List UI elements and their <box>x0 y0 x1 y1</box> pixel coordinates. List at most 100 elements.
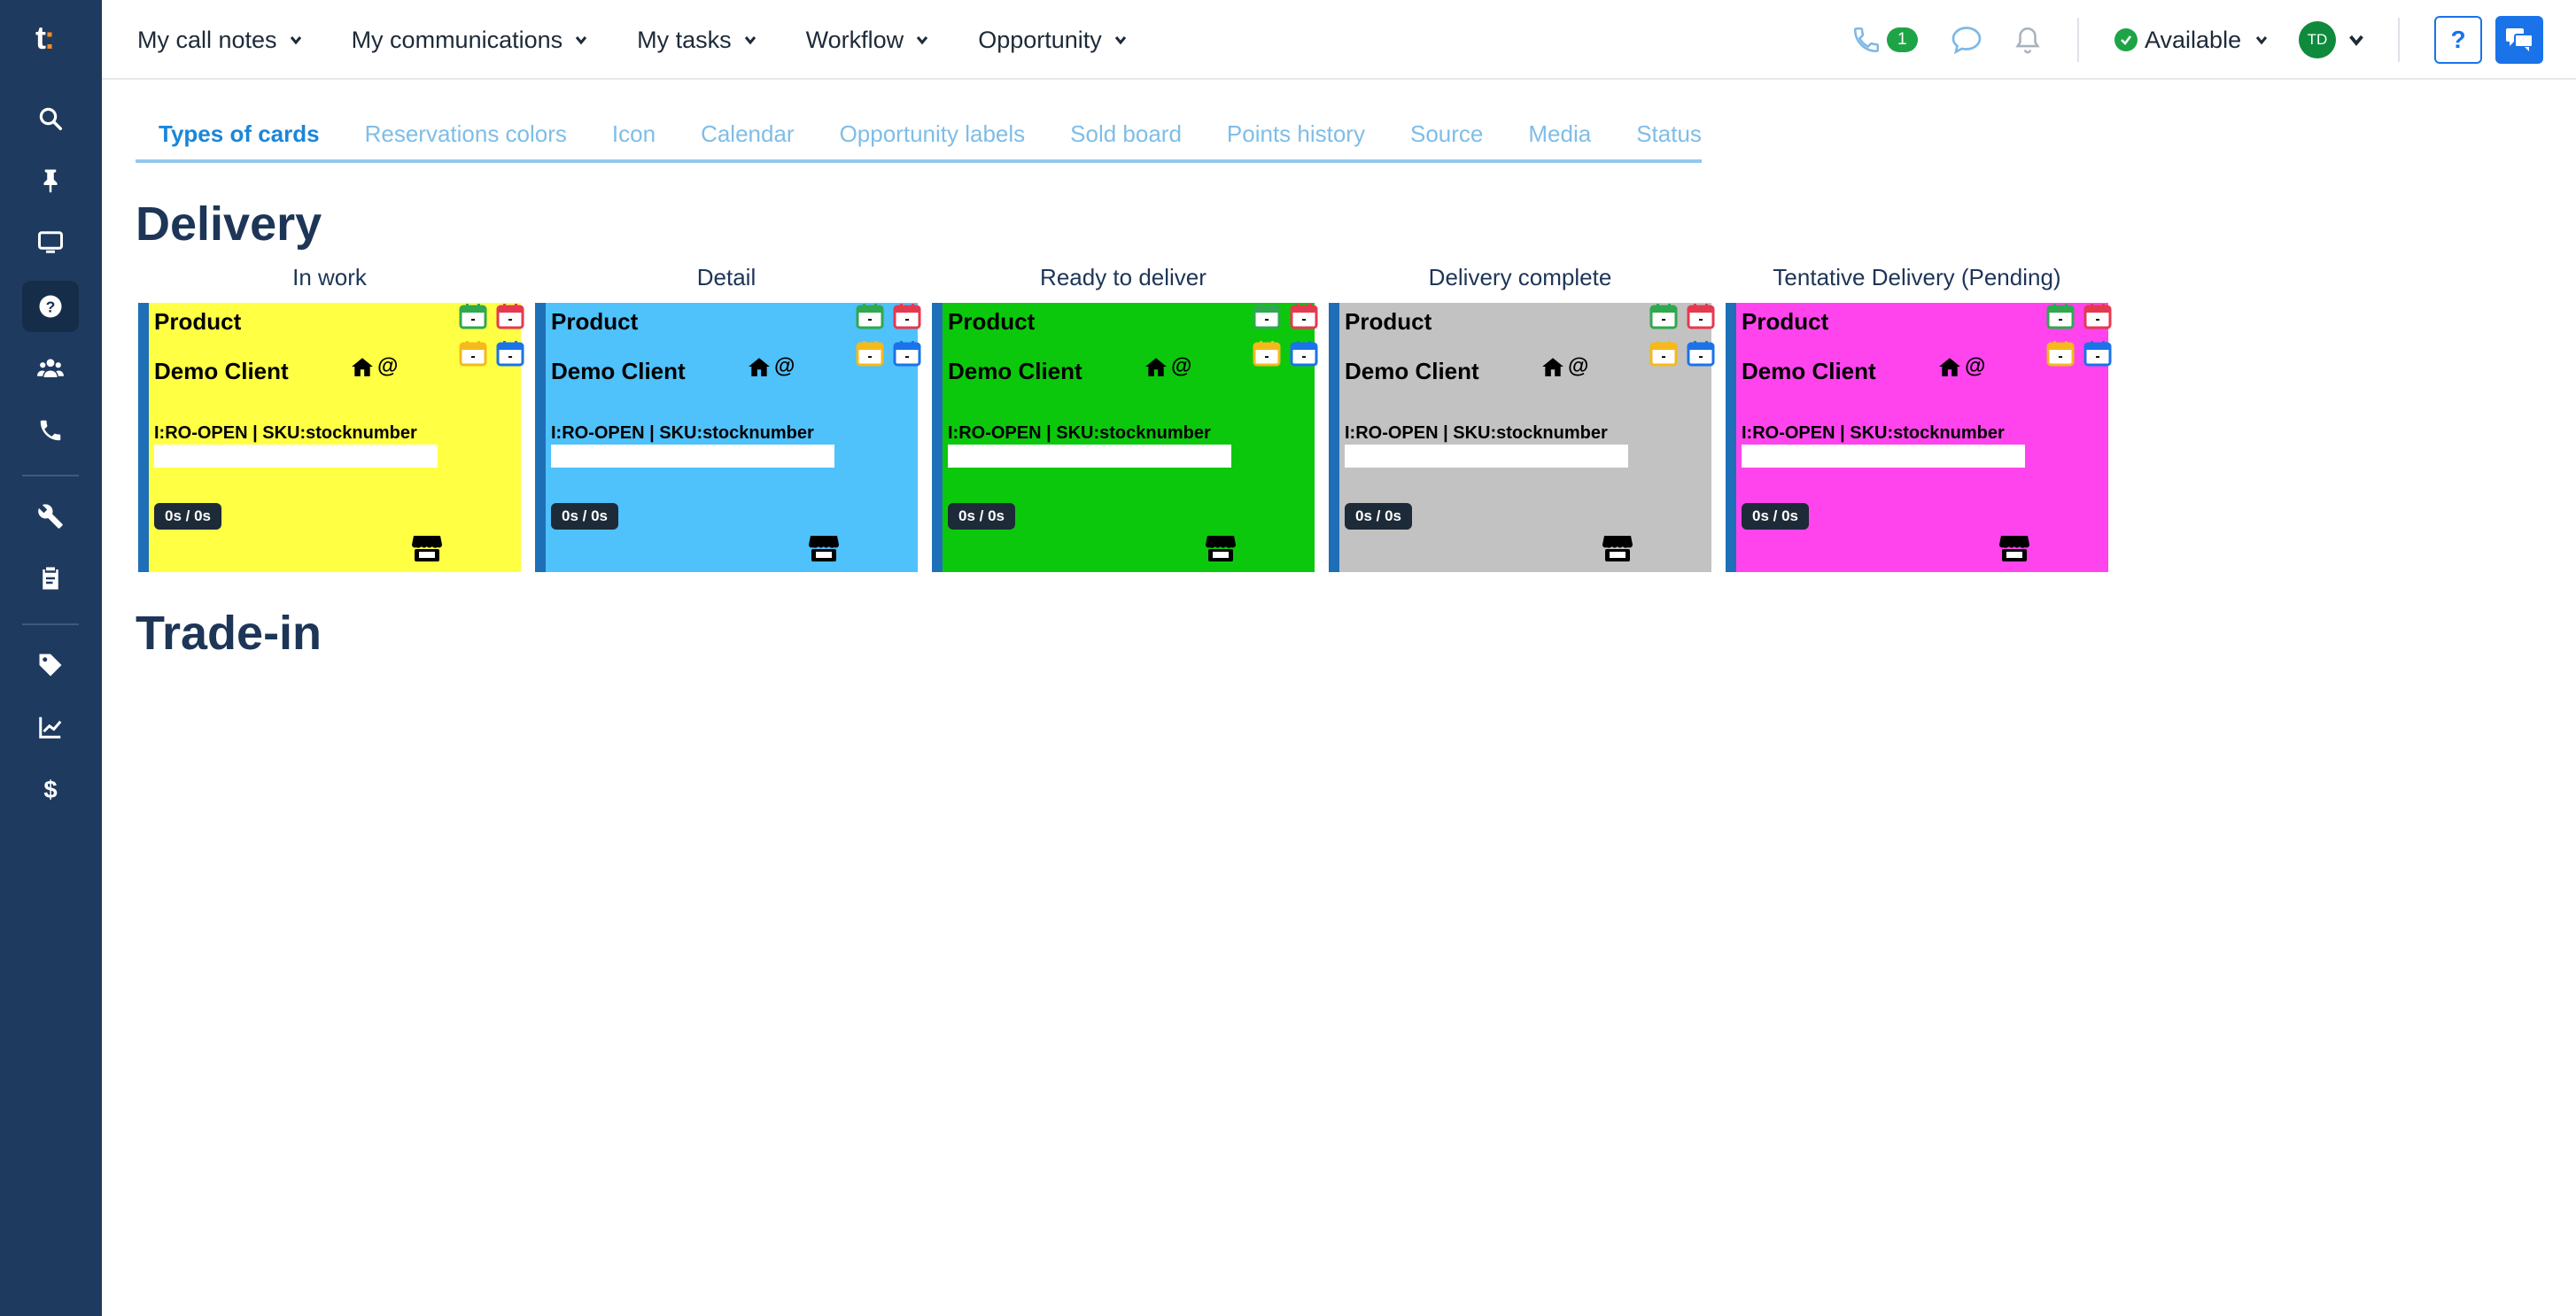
search-icon[interactable] <box>22 93 79 144</box>
card-timer: 0s / 0s <box>948 503 1015 530</box>
card-info: I:RO-OPEN | SKU:stocknumber <box>154 423 417 443</box>
card-preview[interactable]: Product Demo Client @ I:RO-OPEN | SKU:stock… <box>1329 303 1715 572</box>
phone-icon[interactable] <box>22 405 79 456</box>
calendar-blue-icon: - <box>1687 340 1715 367</box>
calendar-yellow-icon: - <box>459 340 487 367</box>
card-client: Demo Client <box>551 358 686 384</box>
calendar-green-icon: - <box>1253 303 1281 329</box>
calendar-green-icon: - <box>2046 303 2075 329</box>
phone-calls-button[interactable]: 1 <box>1851 0 1918 80</box>
store-icon <box>1998 533 2030 568</box>
calendar-red-icon: - <box>2083 303 2112 329</box>
svg-text:$: $ <box>43 776 57 802</box>
tab-media[interactable]: Media <box>1505 113 1613 159</box>
nav-my-tasks[interactable]: My tasks <box>637 27 757 54</box>
messages-button[interactable] <box>2495 16 2543 64</box>
card-timer: 0s / 0s <box>1345 503 1412 530</box>
tab-source[interactable]: Source <box>1387 113 1505 159</box>
calendar-label: - <box>470 312 476 327</box>
call-count-badge: 1 <box>1887 27 1918 52</box>
bell-icon[interactable] <box>2013 0 2043 80</box>
monitor-icon[interactable] <box>22 217 79 268</box>
user-menu[interactable]: TD <box>2299 0 2364 80</box>
tab-icon[interactable]: Icon <box>589 113 678 159</box>
tag-icon[interactable] <box>22 639 79 691</box>
settings-tabs: Types of cards Reservations colors Icon … <box>136 113 1702 163</box>
card-client: Demo Client <box>948 358 1082 384</box>
pin-icon[interactable] <box>22 155 79 206</box>
store-icon <box>411 533 443 568</box>
calendar-blue-icon: - <box>893 340 921 367</box>
tab-calendar[interactable]: Calendar <box>678 113 817 159</box>
calendar-label: - <box>1661 349 1666 364</box>
chart-icon[interactable] <box>22 701 79 753</box>
tab-sold-board[interactable]: Sold board <box>1047 113 1204 159</box>
chevron-down-icon <box>290 36 301 45</box>
email-icon: @ <box>1965 354 1986 378</box>
home-icon <box>1145 358 1167 376</box>
svg-text:?: ? <box>46 298 56 315</box>
home-icon <box>352 358 373 376</box>
wrench-icon[interactable] <box>22 491 79 542</box>
messages-icon <box>2506 28 2533 51</box>
card-preview[interactable]: Product Demo Client @ I:RO-OPEN | SKU:stock… <box>535 303 921 572</box>
column-title: In work <box>292 264 367 290</box>
tab-types-of-cards[interactable]: Types of cards <box>136 113 342 159</box>
card-contact: @ <box>748 354 795 379</box>
store-icon <box>1205 533 1237 568</box>
calendar-red-icon: - <box>1290 303 1318 329</box>
card-info: I:RO-OPEN | SKU:stocknumber <box>551 423 814 443</box>
card-client: Demo Client <box>1742 358 1876 384</box>
availability-dropdown[interactable]: Available <box>2114 0 2268 80</box>
dollar-icon[interactable]: $ <box>22 763 79 815</box>
calendar-label: - <box>1301 349 1307 364</box>
calendar-label: - <box>867 312 873 327</box>
nav-opportunity[interactable]: Opportunity <box>978 27 1127 54</box>
calendar-label: - <box>1661 312 1666 327</box>
card-preview[interactable]: Product Demo Client @ I:RO-OPEN | SKU:stock… <box>138 303 524 572</box>
calendar-yellow-icon: - <box>1649 340 1678 367</box>
clipboard-icon[interactable] <box>22 553 79 604</box>
avatar: TD <box>2299 21 2336 58</box>
card-progress-bar <box>1742 445 2025 468</box>
calendar-green-icon: - <box>856 303 884 329</box>
card-progress-bar <box>1345 445 1628 468</box>
tab-status[interactable]: Status <box>1613 113 1724 159</box>
calendar-label: - <box>508 312 513 327</box>
email-icon: @ <box>774 354 795 378</box>
tab-reservations-colors[interactable]: Reservations colors <box>342 113 589 159</box>
calendar-label: - <box>470 349 476 364</box>
email-icon: @ <box>1568 354 1589 378</box>
home-icon <box>1939 358 1960 376</box>
calendar-yellow-icon: - <box>856 340 884 367</box>
chevron-down-icon <box>744 36 756 45</box>
calendar-label: - <box>2058 312 2063 327</box>
check-icon <box>2114 28 2138 51</box>
calendar-label: - <box>1264 349 1269 364</box>
calendar-green-icon: - <box>459 303 487 329</box>
store-icon <box>1602 533 1633 568</box>
users-icon[interactable] <box>22 343 79 394</box>
help-button[interactable]: ? <box>2434 16 2482 64</box>
chevron-down-icon <box>1114 36 1126 45</box>
store-icon <box>808 533 840 568</box>
home-icon <box>749 358 770 376</box>
calendar-label: - <box>904 349 910 364</box>
app-logo[interactable]: t: <box>35 19 71 58</box>
chat-icon[interactable] <box>1951 0 1982 80</box>
card-preview[interactable]: Product Demo Client @ I:RO-OPEN | SKU:stock… <box>1726 303 2112 572</box>
question-icon[interactable]: ? <box>22 281 79 332</box>
email-icon: @ <box>377 354 399 378</box>
nav-my-communications[interactable]: My communications <box>352 27 588 54</box>
nav-my-call-notes[interactable]: My call notes <box>137 27 302 54</box>
calendar-red-icon: - <box>1687 303 1715 329</box>
card-product: Product <box>948 308 1036 335</box>
card-contact: @ <box>1144 354 1191 379</box>
topbar-divider <box>2398 18 2400 62</box>
tab-opportunity-labels[interactable]: Opportunity labels <box>817 113 1048 159</box>
tab-points-history[interactable]: Points history <box>1204 113 1387 159</box>
section-title-tradein: Trade-in <box>136 607 322 660</box>
chevron-down-icon <box>917 36 928 45</box>
card-preview[interactable]: Product Demo Client @ I:RO-OPEN | SKU:stock… <box>932 303 1318 572</box>
nav-workflow[interactable]: Workflow <box>806 27 929 54</box>
